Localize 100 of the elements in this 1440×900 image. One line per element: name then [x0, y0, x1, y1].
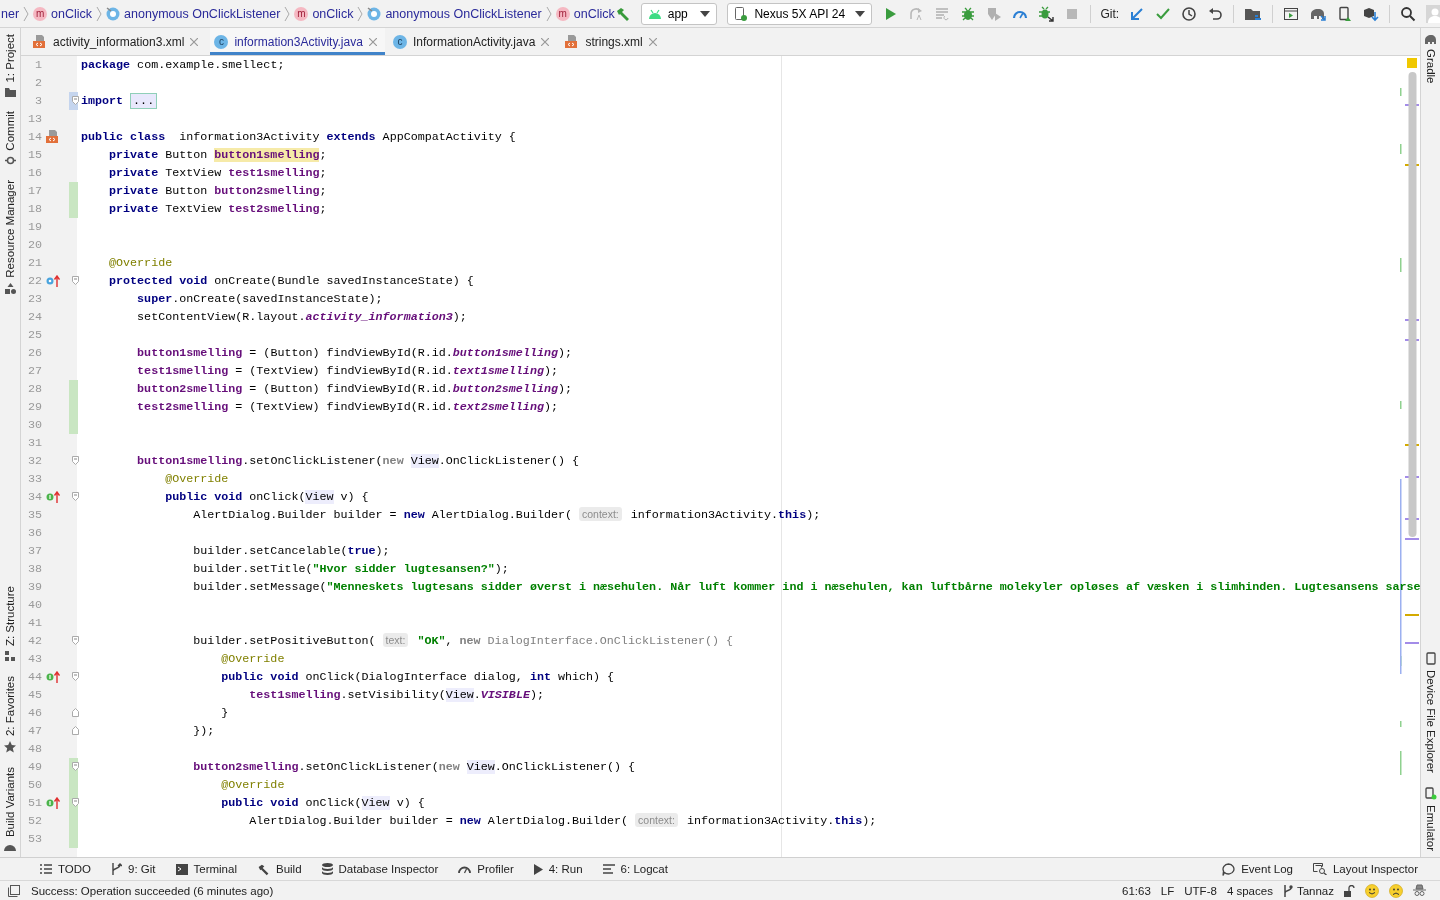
fold-icon[interactable]: [72, 798, 79, 807]
fold-icon[interactable]: [72, 96, 79, 105]
fold-icon[interactable]: [72, 276, 79, 285]
status-item[interactable]: LF: [1160, 884, 1175, 897]
tool-window-button[interactable]: Profiler: [448, 863, 524, 875]
code-line: test2smelling = (TextView) findViewById(R.id.text2smelling);: [136, 399, 558, 416]
tool-window-button[interactable]: Build: [246, 862, 312, 876]
line-number: 34: [26, 489, 42, 506]
device-dropdown[interactable]: Nexus 5X API 24: [727, 2, 872, 25]
override-icon[interactable]: [46, 275, 60, 287]
tool-window-button[interactable]: Device File Explorer: [1424, 670, 1437, 773]
arrow-icon[interactable]: [1129, 5, 1146, 22]
line-number: 15: [26, 147, 42, 164]
line-number: 27: [26, 363, 42, 380]
git-branch-widget[interactable]: Tannaz: [1282, 884, 1334, 897]
code-line: test1smelling.setVisibility(View.VISIBLE);: [248, 687, 544, 704]
tool-window-button[interactable]: Database Inspector: [311, 863, 449, 875]
panel-toggle-icon[interactable]: [8, 884, 20, 897]
tool-window-button[interactable]: TODO: [30, 863, 101, 875]
tool-window-button[interactable]: 6: Logcat: [592, 863, 678, 875]
editor-tab[interactable]: strings.xml: [561, 28, 665, 55]
tool-window-button[interactable]: 9: Git: [101, 863, 166, 875]
phone-icon: [1424, 786, 1437, 800]
line-number: 24: [26, 309, 42, 326]
breadcrumb-item[interactable]: ner: [1, 6, 20, 21]
fold-icon[interactable]: [72, 492, 79, 501]
line-number: 49: [26, 759, 42, 776]
close-icon[interactable]: [541, 37, 550, 46]
rerun-icon[interactable]: [907, 5, 924, 22]
tool-window-button[interactable]: 4: Run: [523, 863, 593, 875]
tool-window-button[interactable]: Layout Inspector: [1302, 863, 1428, 875]
branch-icon: [111, 863, 122, 875]
scrollbar-thumb[interactable]: [1408, 72, 1417, 537]
change-marker[interactable]: [69, 830, 78, 848]
status-item[interactable]: 4 spaces: [1226, 884, 1273, 897]
close-icon[interactable]: [190, 37, 199, 46]
run-configuration-dropdown[interactable]: app: [640, 2, 718, 25]
smiley-icon[interactable]: [1365, 883, 1379, 898]
tool-window-button[interactable]: Event Log: [1212, 862, 1303, 876]
status-item[interactable]: UTF-8: [1184, 884, 1217, 897]
tool-window-button[interactable]: Emulator: [1424, 804, 1437, 851]
line-number: 21: [26, 255, 42, 272]
search-icon[interactable]: [1400, 5, 1417, 22]
code-line: @Override: [220, 651, 285, 668]
code-line: builder.setPositiveButton( text: "OK", new DialogInterface.OnClickListener() {: [192, 632, 734, 650]
fold-icon[interactable]: [72, 636, 79, 645]
line-number: 30: [26, 417, 42, 434]
implements-icon[interactable]: [46, 797, 60, 809]
fold-icon[interactable]: [72, 672, 79, 681]
code-line: test1smelling = (TextView) findViewById(R.id.text1smelling);: [136, 363, 558, 380]
code-line: builder.setCancelable(true);: [192, 543, 390, 560]
undo-icon[interactable]: [1207, 5, 1224, 22]
change-marker[interactable]: [69, 380, 78, 398]
implements-icon[interactable]: [46, 491, 60, 503]
tool-window-button[interactable]: Resource Manager: [4, 180, 16, 278]
status-item[interactable]: 61:63: [1122, 884, 1151, 897]
hammer-icon[interactable]: [614, 5, 631, 22]
clock-icon[interactable]: [1181, 5, 1198, 22]
bug-icon[interactable]: [959, 5, 976, 22]
breadcrumb-item[interactable]: anonymous OnClickListener: [367, 6, 542, 21]
tool-window-button[interactable]: Commit: [4, 110, 16, 151]
lock-icon[interactable]: [1344, 884, 1355, 897]
incognito-icon[interactable]: [1413, 884, 1426, 897]
code-line: });: [192, 723, 215, 740]
frown-icon[interactable]: [1389, 883, 1403, 898]
line-number: 13: [26, 111, 42, 128]
line-number: 45: [26, 687, 42, 704]
implements-icon[interactable]: [46, 671, 60, 683]
change-marker[interactable]: [69, 200, 78, 218]
package-download-icon[interactable]: [1363, 5, 1380, 22]
code-line: builder.setTitle("Hvor sidder lugtesansen?");: [192, 561, 509, 578]
breadcrumb-item[interactable]: anonymous OnClickListener: [106, 6, 281, 21]
apply-changes-icon[interactable]: [933, 5, 950, 22]
tool-window-button[interactable]: 1: Project: [4, 34, 16, 83]
line-number: 53: [26, 831, 42, 848]
close-icon[interactable]: [368, 37, 377, 46]
fold-icon[interactable]: [72, 456, 79, 465]
breadcrumb-item[interactable]: m onClick: [294, 6, 354, 21]
fold-icon[interactable]: [72, 762, 79, 771]
change-marker[interactable]: [69, 182, 78, 200]
line-number: 36: [26, 525, 42, 542]
editor-tab[interactable]: c information3Activity.java: [210, 28, 385, 55]
tool-window-button[interactable]: Build Variants: [4, 766, 16, 837]
close-icon[interactable]: [648, 37, 657, 46]
editor-tab[interactable]: activity_information3.xml: [29, 28, 207, 55]
tool-window-button[interactable]: 2: Favorites: [4, 675, 16, 736]
breadcrumb-item[interactable]: m onClick: [33, 6, 93, 21]
change-marker[interactable]: [69, 416, 78, 434]
tool-window-button[interactable]: Z: Structure: [4, 585, 16, 646]
device-manager-icon[interactable]: [1337, 5, 1354, 22]
editor-tab[interactable]: c InformationActivity.java: [388, 28, 558, 55]
terminal-window-icon[interactable]: [1283, 5, 1300, 22]
tool-window-button[interactable]: Terminal: [165, 863, 247, 875]
tool-window-button[interactable]: Gradle: [1424, 49, 1437, 84]
line-number: 29: [26, 399, 42, 416]
phone-icon: [734, 5, 749, 22]
avatar-icon[interactable]: [1426, 4, 1440, 23]
debug-attach-icon[interactable]: [1037, 5, 1054, 22]
method-icon: m: [294, 6, 309, 21]
breadcrumb-item[interactable]: m onClick: [555, 6, 615, 21]
